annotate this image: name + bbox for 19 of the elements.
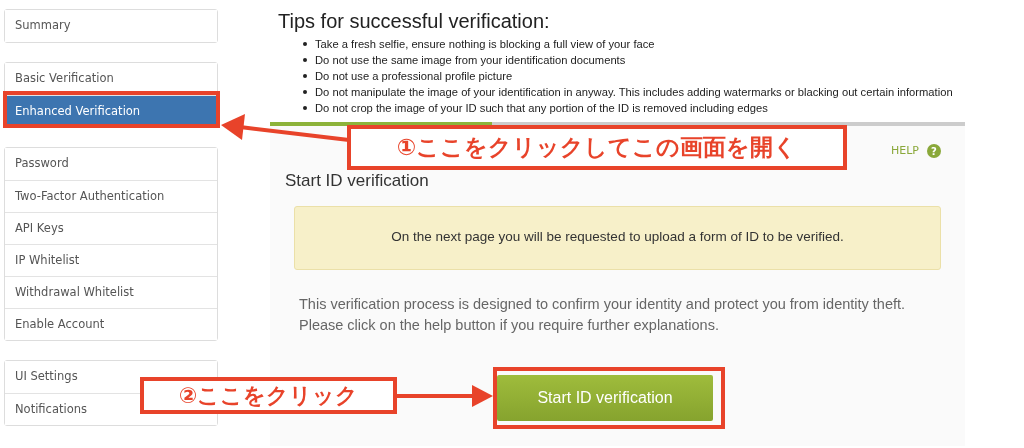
bullet-icon: [303, 106, 307, 110]
tip-text: Do not manipulate the image of your identification in anyway. This includes adding watermarks or blacking out certain information: [315, 85, 953, 100]
tips-title: Tips for successful verification:: [278, 10, 551, 32]
callout-tooltip: ②ここをクリック: [140, 377, 397, 414]
bullet-icon: [303, 58, 307, 62]
bullet-icon: [303, 90, 307, 94]
sidebar-item[interactable]: Enhanced Verification: [5, 95, 217, 127]
tip-text: Do not use the same image from your identification documents: [315, 53, 626, 68]
description-text: This verification process is designed to confirm your identity and protect you from identity theft. Please click on the help button if you require further explanations.: [299, 294, 907, 335]
tip-text: Do not use a professional profile picture: [315, 69, 513, 84]
panel-title: Start ID verification: [285, 170, 430, 192]
tip-text: Do not crop the image of your ID such that any portion of the ID is removed including edges: [315, 101, 768, 116]
bullet-icon: [303, 74, 307, 78]
sidebar-item[interactable]: Enable Account: [5, 308, 217, 340]
bullet-icon: [303, 42, 307, 46]
tip-text: Take a fresh selfie, ensure nothing is blocking a full view of your face: [315, 37, 655, 52]
sidebar-item[interactable]: Summary: [5, 10, 217, 42]
callout-tooltip: ①ここをクリックしてこの画面を開く: [347, 125, 847, 170]
notice-text: On the next page you will be requested to upload a form of ID to be verified.: [391, 228, 844, 247]
